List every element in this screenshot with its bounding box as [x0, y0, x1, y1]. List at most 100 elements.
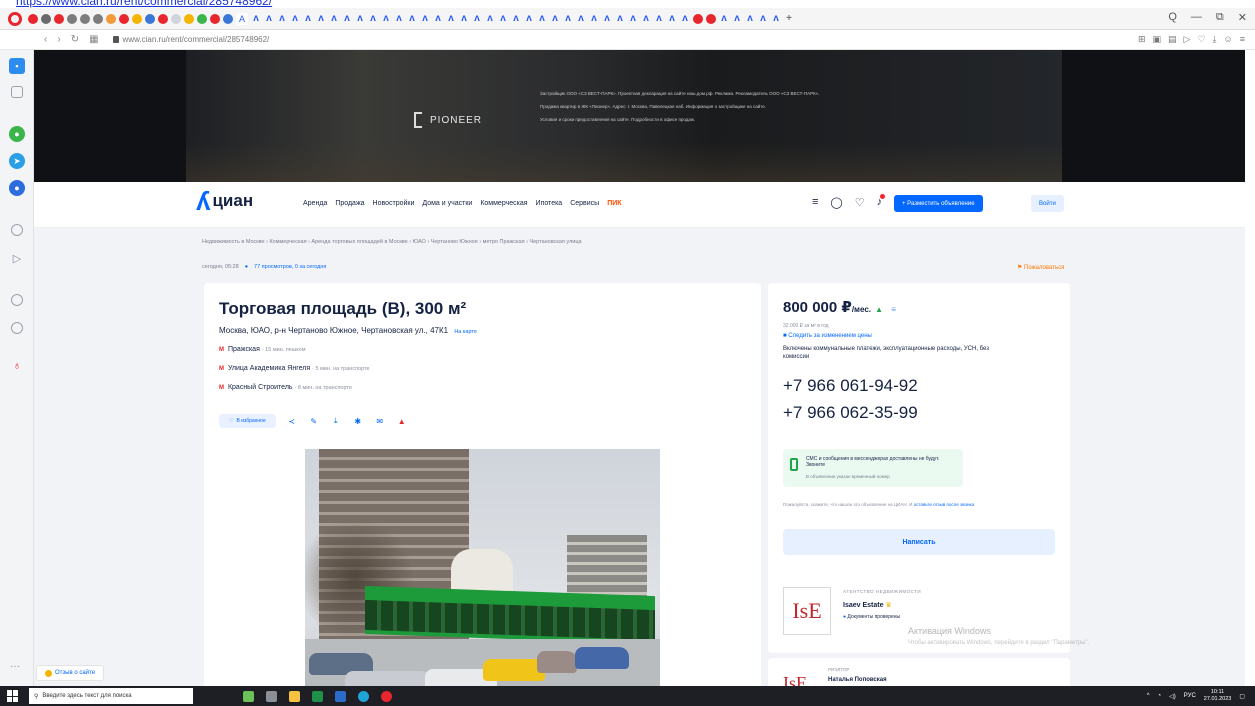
tab-cian[interactable]: ʌ: [303, 13, 313, 24]
tab-favicon[interactable]: [132, 13, 142, 24]
clock-icon[interactable]: [11, 294, 23, 306]
opera-logo-icon[interactable]: [8, 11, 22, 26]
write-message-button[interactable]: Написать: [783, 529, 1055, 555]
notifications-icon[interactable]: ▢: [1239, 693, 1245, 700]
chat-icon[interactable]: ◯: [830, 196, 842, 209]
edit-icon[interactable]: ✎: [308, 415, 320, 427]
tab-cian[interactable]: ʌ: [719, 13, 729, 24]
tab-cian[interactable]: ʌ: [771, 13, 781, 24]
tab-favicon[interactable]: [54, 13, 64, 24]
file-explorer-icon[interactable]: [289, 690, 300, 702]
tab-cian[interactable]: ʌ: [602, 13, 612, 24]
tab-cian[interactable]: ʌ: [394, 13, 404, 24]
tab-cian[interactable]: ʌ: [680, 13, 690, 24]
nav-mortgage[interactable]: Ипотека: [536, 200, 563, 207]
tab-cian[interactable]: ʌ: [446, 13, 456, 24]
tab-cian[interactable]: ʌ: [732, 13, 742, 24]
pin-icon[interactable]: ♁: [9, 358, 25, 374]
url-field[interactable]: www.cian.ru/rent/commercial/285748962/: [112, 35, 269, 44]
nav-newbuildings[interactable]: Новостройки: [373, 200, 415, 207]
tab-cian[interactable]: ʌ: [745, 13, 755, 24]
share-icon[interactable]: ≺: [286, 415, 298, 427]
nav-pik[interactable]: ПИК: [607, 200, 621, 207]
screenshot-icon[interactable]: ▣: [1153, 34, 1162, 45]
ad-banner[interactable]: PIONEER Застройщик ООО «СЗ ВЕСТ-ПАРК». П…: [34, 50, 1245, 182]
tab-cian[interactable]: ʌ: [537, 13, 547, 24]
tab-favicon[interactable]: [145, 13, 155, 24]
nav-houses[interactable]: Дома и участки: [422, 200, 472, 207]
tab-cian[interactable]: ʌ: [433, 13, 443, 24]
nav-services[interactable]: Сервисы: [570, 200, 599, 207]
tab-active[interactable]: A: [236, 12, 249, 25]
sidebar-active-icon[interactable]: ▪: [9, 58, 25, 74]
messenger-icon[interactable]: ●: [9, 126, 25, 142]
tab-cian[interactable]: ʌ: [264, 13, 274, 24]
tray-arrow-icon[interactable]: ^: [1147, 693, 1150, 699]
tab-cian[interactable]: ʌ: [277, 13, 287, 24]
tab-cian[interactable]: ʌ: [524, 13, 534, 24]
opera-taskbar-icon[interactable]: [381, 690, 392, 702]
nav-commercial[interactable]: Коммерческая: [480, 200, 527, 207]
tab-favicon[interactable]: [223, 13, 233, 24]
more-icon[interactable]: ···: [10, 661, 20, 672]
metro-item[interactable]: M Улица Академика Янгеля · 5 мин. на тра…: [219, 365, 370, 372]
vk-icon[interactable]: ●: [9, 180, 25, 196]
tab-cian[interactable]: ʌ: [511, 13, 521, 24]
tab-cian[interactable]: ʌ: [485, 13, 495, 24]
price-info-icon[interactable]: ≡: [891, 305, 896, 314]
on-map-link[interactable]: На карте: [454, 329, 477, 335]
agency-name-row[interactable]: Isaev Estate ♛: [843, 601, 892, 609]
tab-cian[interactable]: ʌ: [420, 13, 430, 24]
back-icon[interactable]: ‹: [44, 34, 47, 45]
tabs-grid-icon[interactable]: ▦: [89, 34, 98, 45]
agency-logo[interactable]: IsE: [783, 587, 831, 635]
search-tabs-icon[interactable]: Q: [1168, 11, 1177, 24]
settings-icon[interactable]: [11, 322, 23, 334]
follow-price-link[interactable]: ■ Следить за изменением цены: [783, 333, 872, 339]
metro-item[interactable]: M Пражская · 15 мин. пешком: [219, 346, 306, 353]
tab-favicon[interactable]: [119, 13, 129, 24]
add-favorite-button[interactable]: ♡ В избранное: [219, 414, 276, 428]
tab-favicon[interactable]: [693, 13, 704, 24]
heart-icon[interactable]: ♡: [1197, 34, 1205, 45]
tab-favicon[interactable]: [706, 13, 717, 24]
minimize-icon[interactable]: —: [1191, 11, 1202, 24]
review-link[interactable]: оставьте отзыв после звонка: [914, 502, 974, 507]
tab-cian[interactable]: ʌ: [563, 13, 573, 24]
tab-favicon[interactable]: [67, 13, 77, 24]
tab-cian[interactable]: ʌ: [576, 13, 586, 24]
download-icon[interactable]: ⤓: [330, 415, 342, 427]
metro-item[interactable]: M Красный Строитель · 8 мин. на транспор…: [219, 384, 352, 391]
start-icon[interactable]: [7, 690, 19, 702]
telegram-icon[interactable]: ➤: [9, 153, 25, 169]
report-link[interactable]: ⚑ Пожаловаться: [1017, 264, 1064, 271]
tab-cian[interactable]: ʌ: [290, 13, 300, 24]
bookmark-icon[interactable]: ▤: [1168, 34, 1177, 45]
login-button[interactable]: Войти: [1031, 195, 1064, 212]
cian-logo[interactable]: ʎ циан: [196, 188, 253, 214]
post-ad-button[interactable]: + Разместить объявление: [894, 195, 983, 212]
page-url-link[interactable]: https://www.cian.ru/rent/commercial/2857…: [16, 0, 272, 8]
clock[interactable]: 10:11 27.01.2023: [1204, 689, 1232, 703]
tab-cian[interactable]: ʌ: [316, 13, 326, 24]
phone-number[interactable]: +7 966 062-35-99: [783, 403, 918, 423]
views-count[interactable]: 77 просмотров, 0 за сегодня: [254, 264, 326, 270]
tab-favicon[interactable]: [28, 13, 38, 24]
taskbar-search[interactable]: ⚲ Введите здесь текст для поиска: [29, 688, 193, 704]
tab-favicon[interactable]: [106, 13, 116, 24]
tab-cian[interactable]: ʌ: [355, 13, 365, 24]
tab-favicon[interactable]: [158, 13, 168, 24]
task-view-icon[interactable]: [266, 690, 277, 702]
tab-favicon[interactable]: [184, 13, 194, 24]
hide-icon[interactable]: ▲: [396, 415, 408, 427]
tab-favicon[interactable]: [41, 13, 51, 24]
volume-icon[interactable]: ◁): [1169, 693, 1176, 700]
reload-icon[interactable]: ↻: [71, 34, 79, 45]
home-icon[interactable]: [11, 86, 23, 98]
download-icon[interactable]: ⤓: [1213, 34, 1217, 45]
tab-cian[interactable]: ʌ: [472, 13, 482, 24]
tab-cian[interactable]: ʌ: [381, 13, 391, 24]
favorites-icon[interactable]: ♡: [855, 196, 865, 209]
listing-photo[interactable]: [305, 449, 660, 703]
address-text[interactable]: Москва, ЮАО, р-н Чертаново Южное, Чертан…: [219, 326, 448, 335]
